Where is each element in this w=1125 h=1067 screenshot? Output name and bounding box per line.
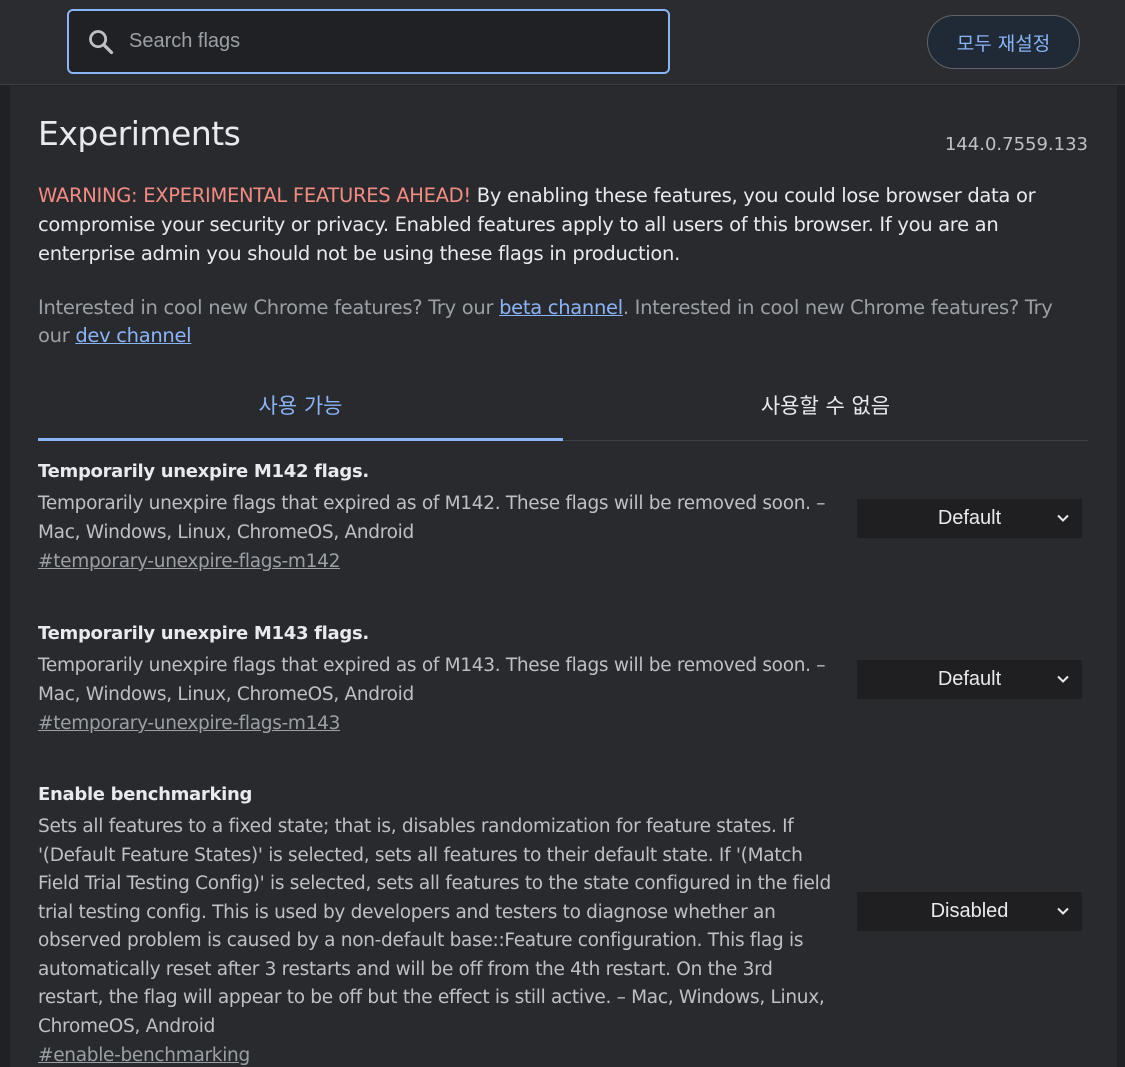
- flag-description: Temporarily unexpire flags that expired …: [38, 655, 826, 705]
- warning-message: WARNING: EXPERIMENTAL FEATURES AHEAD! By…: [38, 181, 1088, 268]
- flag-item: Temporarily unexpire M143 flags. Tempora…: [38, 623, 1088, 734]
- version-label: 144.0.7559.133: [944, 134, 1088, 155]
- reset-all-button[interactable]: 모두 재설정: [927, 15, 1080, 69]
- scrollbar-track[interactable]: [1117, 86, 1125, 1067]
- flag-state-select[interactable]: Disabled: [857, 892, 1082, 931]
- flag-item: Temporarily unexpire M142 flags. Tempora…: [38, 461, 1088, 572]
- flag-state-value: Disabled: [930, 900, 1009, 922]
- tab-unavailable[interactable]: 사용할 수 없음: [563, 370, 1088, 440]
- flag-permalink[interactable]: #enable-benchmarking: [38, 1045, 250, 1066]
- flag-item: Enable benchmarking Sets all features to…: [38, 784, 1088, 1066]
- promo-text-1: Interested in cool new Chrome features? …: [38, 296, 500, 319]
- header-bar: 모두 재설정: [0, 0, 1125, 85]
- search-box[interactable]: [67, 9, 670, 74]
- flag-title: Enable benchmarking: [38, 784, 253, 805]
- flag-permalink[interactable]: #temporary-unexpire-flags-m142: [38, 551, 340, 572]
- tab-bar: 사용 가능 사용할 수 없음: [38, 370, 1088, 441]
- page-title: Experiments: [38, 114, 241, 153]
- flag-permalink[interactable]: #temporary-unexpire-flags-m143: [38, 713, 340, 734]
- flag-state-value: Default: [937, 507, 1002, 529]
- flag-title: Temporarily unexpire M142 flags.: [38, 461, 369, 482]
- beta-channel-link[interactable]: beta channel: [499, 296, 623, 319]
- flag-state-select[interactable]: Default: [857, 660, 1082, 699]
- chevron-down-icon: [1057, 514, 1069, 522]
- search-icon: [89, 29, 114, 54]
- warning-label: WARNING: EXPERIMENTAL FEATURES AHEAD!: [38, 184, 471, 207]
- chevron-down-icon: [1057, 675, 1069, 683]
- tab-available[interactable]: 사용 가능: [38, 370, 563, 441]
- channel-promo: Interested in cool new Chrome features? …: [38, 294, 1088, 350]
- flag-state-select[interactable]: Default: [857, 499, 1082, 538]
- flag-state-value: Default: [937, 668, 1002, 690]
- flag-title: Temporarily unexpire M143 flags.: [38, 623, 369, 644]
- dev-channel-link[interactable]: dev channel: [75, 324, 191, 347]
- search-input[interactable]: [127, 11, 668, 72]
- flag-description: Temporarily unexpire flags that expired …: [38, 493, 826, 543]
- chevron-down-icon: [1057, 907, 1069, 915]
- flag-description: Sets all features to a fixed state; that…: [38, 816, 831, 1037]
